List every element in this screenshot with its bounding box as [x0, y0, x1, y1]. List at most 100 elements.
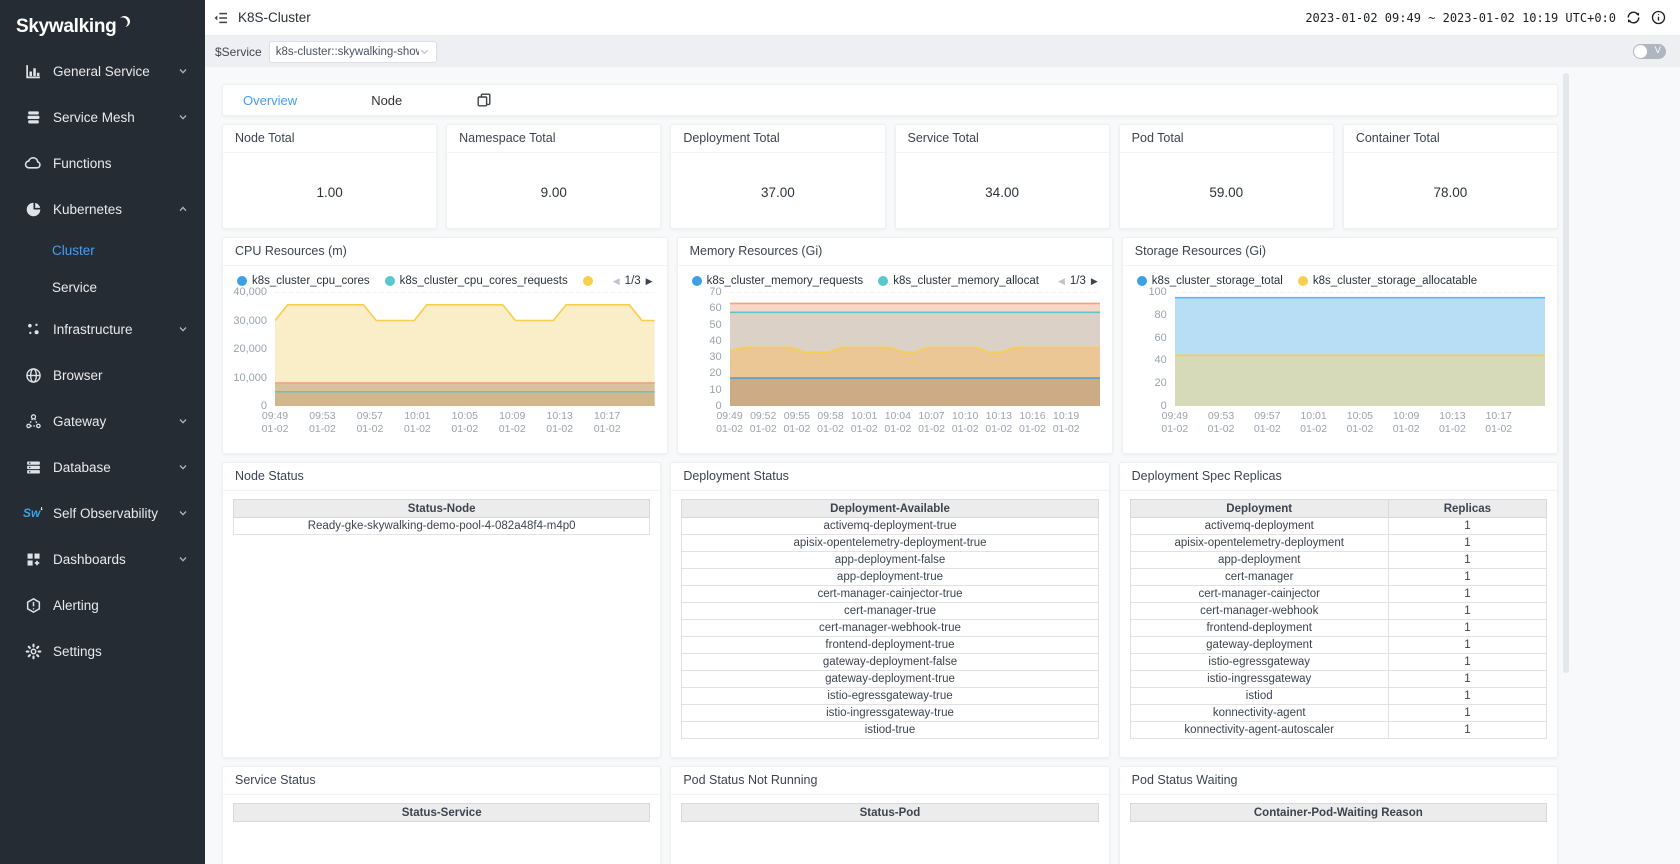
sidebar-item-kubernetes[interactable]: Kubernetes [0, 186, 205, 232]
service-select[interactable]: k8s-cluster::skywalking-showca [269, 41, 437, 63]
chart-legend: k8s_cluster_storage_total k8s_cluster_st… [1123, 266, 1557, 292]
chart-card-cpu-resources-m: CPU Resources (m) k8s_cluster_cpu_cores … [222, 237, 668, 454]
table-cell: Ready-gke-skywalking-demo-pool-4-082a48f… [234, 518, 650, 535]
chart-plot[interactable] [1175, 292, 1545, 406]
table-row: istio-ingressgateway-true [682, 705, 1098, 722]
sw-icon: Swʻ [24, 504, 42, 522]
legend-label: k8s_cluster_cpu_cores_requests [400, 275, 568, 287]
table-cell: 1 [1388, 654, 1546, 671]
legend-item[interactable]: k8s_cluster_storage_allocatable [1298, 275, 1477, 287]
x-axis: 09:4901-0209:5301-0209:5701-0210:0101-02… [1175, 408, 1545, 438]
sidebar-item-service-mesh[interactable]: Service Mesh [0, 94, 205, 140]
x-axis-tick: 10:0101-02 [851, 410, 878, 436]
legend-prev-icon[interactable]: ◀ [613, 276, 620, 287]
table-cell: app-deployment-true [682, 569, 1098, 586]
sidebar-item-label: Settings [53, 644, 189, 659]
copy-icon[interactable] [476, 92, 492, 108]
table-cell: app-deployment [1130, 552, 1388, 569]
table-row: cert-manager-webhook1 [1130, 603, 1546, 620]
y-axis-tick: 80 [1155, 309, 1167, 321]
table-cell: istio-ingressgateway [1130, 671, 1388, 688]
sidebar-subitem-cluster[interactable]: Cluster [0, 232, 205, 269]
table-cell: 1 [1388, 569, 1546, 586]
cloud-icon [24, 154, 42, 172]
info-icon[interactable] [1651, 10, 1666, 25]
table-scroll[interactable]: Container-Pod-Waiting Reason [1130, 803, 1547, 822]
sidebar-item-browser[interactable]: Browser [0, 352, 205, 398]
time-range-picker[interactable]: 2023-01-02 09:49 ~ 2023-01-02 10:19 UTC+… [1305, 11, 1616, 25]
chart-legend: k8s_cluster_memory_requests k8s_cluster_… [678, 266, 1112, 292]
table-scroll[interactable]: Status-NodeReady-gke-skywalking-demo-poo… [233, 499, 650, 535]
tab-overview[interactable]: Overview [243, 93, 297, 108]
sidebar-item-self-observability[interactable]: Swʻ Self Observability [0, 490, 205, 536]
widget-pod-status-waiting: Pod Status Waiting Container-Pod-Waiting… [1119, 766, 1558, 864]
table-scroll[interactable]: Deployment-Availableactivemq-deployment-… [681, 499, 1098, 739]
y-axis-tick: 40,000 [233, 286, 267, 298]
table-header: Status-Node [234, 500, 650, 518]
sidebar-item-settings[interactable]: Settings [0, 628, 205, 674]
legend-next-icon[interactable]: ▶ [1091, 276, 1098, 287]
y-axis-tick: 20,000 [233, 343, 267, 355]
table-row: gateway-deployment-true [682, 671, 1098, 688]
dots-icon [24, 320, 42, 338]
legend-dot-icon [385, 276, 395, 286]
gateway-icon [24, 412, 42, 430]
sidebar-item-alerting[interactable]: Alerting [0, 582, 205, 628]
table-cell: 1 [1388, 603, 1546, 620]
x-axis-tick: 09:5801-02 [817, 410, 844, 436]
table-cell: frontend-deployment-true [682, 637, 1098, 654]
table-cell: istio-egressgateway [1130, 654, 1388, 671]
legend-item[interactable]: k8s_cluster_cpu_cores_requests [385, 275, 568, 287]
y-axis-tick: 30 [709, 351, 721, 363]
table-cell: cert-manager-cainjector-true [682, 586, 1098, 603]
table-row: activemq-deployment-true [682, 518, 1098, 535]
content-scrollbar[interactable] [1563, 73, 1569, 673]
sidebar-subitem-label: Cluster [52, 243, 95, 258]
legend-item[interactable] [583, 276, 598, 286]
widget-title: Deployment Total [671, 125, 884, 153]
x-axis: 09:4901-0209:5301-0209:5701-0210:0101-02… [275, 408, 655, 438]
table-cell: 1 [1388, 620, 1546, 637]
view-edit-toggle[interactable]: V [1633, 44, 1666, 59]
legend-item[interactable]: k8s_cluster_memory_allocat [878, 275, 1039, 287]
chart-plot[interactable] [730, 292, 1100, 406]
sidebar-collapse-icon[interactable] [213, 10, 229, 26]
sidebar-item-general-service[interactable]: General Service [0, 48, 205, 94]
sidebar-item-gateway[interactable]: Gateway [0, 398, 205, 444]
tab-node[interactable]: Node [371, 93, 402, 108]
table-cell: gateway-deployment-false [682, 654, 1098, 671]
y-axis-tick: 60 [709, 302, 721, 314]
x-axis-tick: 10:0101-02 [404, 410, 431, 436]
table-scroll[interactable]: Status-Pod [681, 803, 1098, 822]
stat-card-deployment-total: Deployment Total 37.00 [670, 124, 885, 229]
tabs-bar: Overview Node [222, 84, 1558, 116]
table-row: app-deployment-false [682, 552, 1098, 569]
sidebar-subitem-service[interactable]: Service [0, 269, 205, 306]
sidebar-item-database[interactable]: Database [0, 444, 205, 490]
widget-title: Pod Status Not Running [671, 767, 1108, 795]
legend-label: k8s_cluster_storage_allocatable [1313, 275, 1477, 287]
chart-plot[interactable] [275, 292, 655, 406]
x-axis-tick: 10:0401-02 [884, 410, 911, 436]
sidebar-item-infrastructure[interactable]: Infrastructure [0, 306, 205, 352]
x-axis-tick: 10:0701-02 [918, 410, 945, 436]
table-row: istio-ingressgateway1 [1130, 671, 1546, 688]
table-cell: cert-manager-true [682, 603, 1098, 620]
stat-value: 37.00 [671, 153, 884, 200]
x-axis-tick: 10:1601-02 [1019, 410, 1046, 436]
refresh-icon[interactable] [1626, 10, 1641, 25]
app-logo[interactable]: Skywalking [0, 0, 205, 48]
legend-label: k8s_cluster_cpu_cores [252, 275, 370, 287]
table-scroll[interactable]: DeploymentReplicasactivemq-deployment1ap… [1130, 499, 1547, 739]
table-cell: istiod [1130, 688, 1388, 705]
chevron-down-icon [419, 46, 430, 57]
legend-dot-icon [237, 276, 247, 286]
legend-label: k8s_cluster_storage_total [1152, 275, 1283, 287]
chevron-down-icon [177, 65, 189, 77]
sidebar-item-functions[interactable]: Functions [0, 140, 205, 186]
y-axis-tick: 40 [709, 335, 721, 347]
sidebar-item-dashboards[interactable]: Dashboards [0, 536, 205, 582]
table-scroll[interactable]: Status-Service [233, 803, 650, 822]
legend-next-icon[interactable]: ▶ [646, 276, 653, 287]
legend-prev-icon[interactable]: ◀ [1058, 276, 1065, 287]
